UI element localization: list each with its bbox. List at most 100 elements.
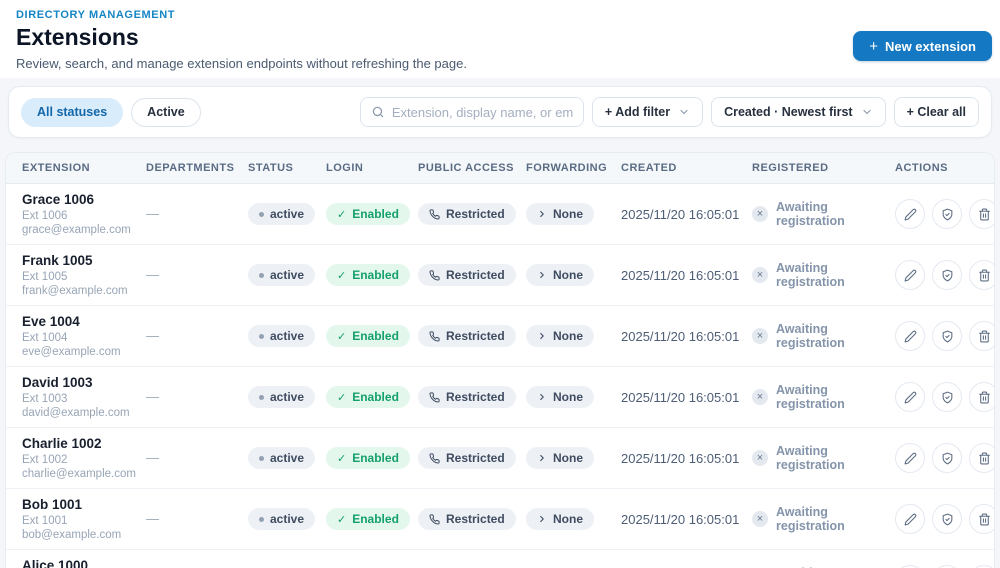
- edit-button[interactable]: [895, 199, 925, 229]
- shield-check-icon: [942, 513, 952, 525]
- phone-icon: [429, 513, 440, 525]
- search-box[interactable]: [359, 97, 584, 127]
- clear-all-button[interactable]: + Clear all: [893, 97, 979, 127]
- shield-check-icon: [942, 391, 952, 403]
- pencil-icon: [904, 513, 916, 525]
- forwarding-cell: None: [526, 325, 621, 347]
- register-button[interactable]: [932, 443, 962, 473]
- edit-button[interactable]: [895, 321, 925, 351]
- public-access-badge: Restricted: [418, 203, 516, 225]
- chevron-right-icon: [537, 331, 547, 341]
- phone-icon: [429, 330, 440, 342]
- registered-status: Awaiting registration: [776, 383, 845, 411]
- extension-name: Eve 1004: [22, 314, 80, 329]
- delete-button[interactable]: [969, 443, 994, 473]
- unregistered-x-icon: ×: [752, 267, 768, 283]
- status-badge: active: [248, 203, 316, 225]
- check-icon: ✓: [337, 513, 347, 526]
- filter-all-statuses[interactable]: All statuses: [21, 97, 124, 127]
- edit-button[interactable]: [895, 260, 925, 290]
- table-row: Eve 1004 Ext 1004 eve@example.com — acti…: [6, 306, 994, 367]
- public-access-cell: Restricted: [418, 264, 526, 286]
- check-icon: ✓: [337, 391, 347, 404]
- departments-cell: —: [146, 267, 159, 282]
- register-button[interactable]: [932, 382, 962, 412]
- departments-cell: —: [146, 389, 159, 404]
- extension-number: Ext 1001: [22, 514, 68, 527]
- phone-icon: [429, 391, 440, 403]
- public-access-cell: Restricted: [418, 508, 526, 530]
- forwarding-cell: None: [526, 264, 621, 286]
- table-row: Alice 1000 Ext 1000 alice@example.com — …: [6, 550, 994, 568]
- public-access-badge: Restricted: [418, 386, 516, 408]
- shield-check-icon: [942, 330, 952, 342]
- trash-icon: [978, 513, 990, 525]
- check-icon: ✓: [337, 208, 347, 221]
- col-created: Created: [621, 162, 677, 174]
- departments-cell: —: [146, 450, 159, 465]
- add-filter-dropdown[interactable]: + Add filter: [591, 97, 704, 127]
- shield-check-icon: [942, 269, 952, 281]
- status-cell: active: [248, 203, 326, 225]
- search-input[interactable]: [391, 104, 573, 120]
- extension-cell: Charlie 1002 Ext 1002 charlie@example.co…: [22, 428, 146, 488]
- filter-bar: All statuses Active + Add filter Created…: [8, 86, 992, 138]
- login-cell: ✓ Enabled: [326, 447, 418, 469]
- status-badge: active: [248, 325, 316, 347]
- delete-button[interactable]: [969, 382, 994, 412]
- pencil-icon: [904, 330, 916, 342]
- actions-cell: [895, 504, 994, 534]
- forwarding-badge: None: [526, 447, 594, 469]
- departments-cell: —: [146, 328, 159, 343]
- extension-email: bob@example.com: [22, 529, 122, 541]
- extension-number: Ext 1006: [22, 209, 68, 222]
- extension-name: Charlie 1002: [22, 436, 102, 451]
- delete-button[interactable]: [969, 260, 994, 290]
- new-extension-button[interactable]: + New extension: [853, 31, 992, 61]
- unregistered-x-icon: ×: [752, 450, 768, 466]
- sort-dropdown[interactable]: Created · Newest first: [711, 97, 886, 127]
- col-registered: Registered: [752, 162, 829, 174]
- extension-name: Alice 1000: [22, 558, 89, 568]
- extension-email: grace@example.com: [22, 224, 131, 236]
- chevron-right-icon: [537, 392, 547, 402]
- status-dot-icon: [259, 211, 264, 217]
- delete-button[interactable]: [969, 504, 994, 534]
- register-button[interactable]: [932, 199, 962, 229]
- unregistered-x-icon: ×: [752, 511, 768, 527]
- table-row: Charlie 1002 Ext 1002 charlie@example.co…: [6, 428, 994, 489]
- delete-button[interactable]: [969, 199, 994, 229]
- trash-icon: [978, 330, 990, 342]
- registered-cell: × Awaiting registration: [752, 322, 895, 350]
- created-cell: 2025/11/20 16:05:01: [621, 450, 740, 466]
- col-login: Login: [326, 162, 364, 174]
- extension-cell: Grace 1006 Ext 1006 grace@example.com: [22, 184, 146, 244]
- col-public-access: Public access: [418, 162, 514, 174]
- edit-button[interactable]: [895, 382, 925, 412]
- departments-cell: —: [146, 511, 159, 526]
- login-badge: ✓ Enabled: [326, 203, 410, 225]
- register-button[interactable]: [932, 321, 962, 351]
- edit-button[interactable]: [895, 504, 925, 534]
- pencil-icon: [904, 208, 916, 220]
- register-button[interactable]: [932, 504, 962, 534]
- login-cell: ✓ Enabled: [326, 386, 418, 408]
- status-cell: active: [248, 264, 326, 286]
- registered-cell: × Awaiting registration: [752, 261, 895, 289]
- table-row: Frank 1005 Ext 1005 frank@example.com — …: [6, 245, 994, 306]
- filter-active[interactable]: Active: [131, 97, 201, 127]
- extension-cell: David 1003 Ext 1003 david@example.com: [22, 367, 146, 427]
- check-icon: ✓: [337, 269, 347, 282]
- forwarding-badge: None: [526, 325, 594, 347]
- registered-cell: × Awaiting registration: [752, 200, 895, 228]
- actions-cell: [895, 382, 994, 412]
- chevron-down-icon: [861, 106, 873, 118]
- delete-button[interactable]: [969, 321, 994, 351]
- register-button[interactable]: [932, 260, 962, 290]
- table-row: Bob 1001 Ext 1001 bob@example.com — acti…: [6, 489, 994, 550]
- public-access-cell: Restricted: [418, 386, 526, 408]
- forwarding-badge: None: [526, 264, 594, 286]
- edit-button[interactable]: [895, 443, 925, 473]
- login-cell: ✓ Enabled: [326, 203, 418, 225]
- pencil-icon: [904, 452, 916, 464]
